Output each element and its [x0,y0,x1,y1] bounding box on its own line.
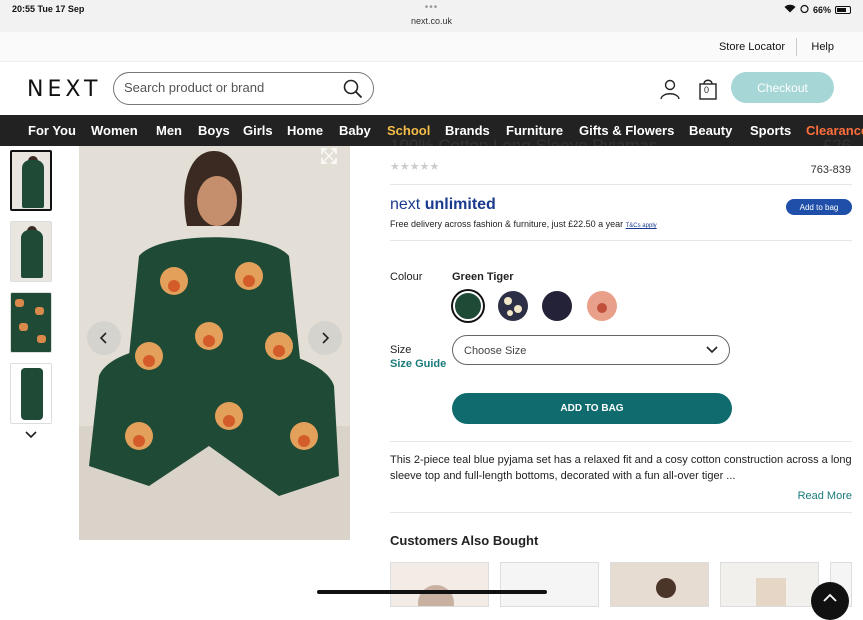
thumbnail-image[interactable] [10,292,52,353]
battery-icon [835,5,851,14]
store-locator-link[interactable]: Store Locator [719,41,785,53]
divider [390,240,852,241]
utility-bar: Store Locator Help [0,32,863,62]
search-icon[interactable] [343,79,363,99]
search-input[interactable] [124,80,334,95]
size-placeholder: Choose Size [464,345,527,357]
recommended-product[interactable] [500,562,599,607]
nav-item-men[interactable]: Men [156,115,182,138]
nav-item-boys[interactable]: Boys [198,115,230,138]
colour-swatch[interactable] [542,291,572,321]
divider [390,184,852,185]
nav-item-sports[interactable]: Sports [750,115,791,138]
checkout-button[interactable]: Checkout [731,72,834,103]
colour-swatch-green-tiger[interactable] [453,291,483,321]
divider [796,38,797,56]
recommended-product[interactable] [720,562,819,607]
divider [390,512,852,513]
read-more-link[interactable]: Read More [798,490,852,502]
nav-item-girls[interactable]: Girls [243,115,273,138]
product-description: This 2-piece teal blue pyjama set has a … [390,454,852,482]
recommended-product[interactable] [390,562,489,607]
thumbnail-image[interactable] [10,363,52,424]
chevron-up-icon [823,593,837,602]
unlimited-add-to-bag-button[interactable]: Add to bag [786,199,852,215]
thumbnail-list [10,150,52,434]
nav-item-for-you[interactable]: For You [28,115,76,138]
product-title: 100% Cotton Long Sleeve Pyjamas [390,136,658,146]
size-guide-link[interactable]: Size Guide [390,358,446,370]
colour-selected: Green Tiger [452,271,514,283]
chevron-left-icon [99,332,107,344]
status-icons: 66% [784,4,851,15]
next-image-button[interactable] [308,321,342,355]
thumbnail-image[interactable] [10,221,52,282]
expand-icon[interactable] [320,147,338,165]
unlimited-text: Free delivery across fashion & furniture… [390,219,657,229]
customers-also-bought-heading: Customers Also Bought [390,533,539,548]
account-icon[interactable] [659,78,681,100]
bag-count: 0 [704,85,710,95]
colour-label: Colour [390,271,423,283]
previous-image-button[interactable] [87,321,121,355]
more-dots-icon[interactable]: ••• [0,2,863,13]
alarm-icon [800,4,809,15]
help-link[interactable]: Help [811,41,834,53]
add-to-bag-button[interactable]: ADD TO BAG [452,393,732,424]
unlimited-description: Free delivery across fashion & furniture… [390,219,624,229]
thumbnail-image[interactable] [10,150,52,211]
search-box[interactable] [113,72,374,105]
product-code: 763-839 [810,164,851,176]
home-indicator [317,590,547,594]
nav-item-baby[interactable]: Baby [339,115,371,138]
size-label: Size [390,344,412,356]
next-logo[interactable]: NEXT [27,77,101,102]
colour-swatch[interactable] [498,291,528,321]
scroll-to-top-button[interactable] [811,582,849,620]
recommended-product[interactable] [610,562,709,607]
size-dropdown[interactable]: Choose Size [452,335,730,365]
colour-swatch[interactable] [587,291,617,321]
divider [390,441,852,442]
nav-item-home[interactable]: Home [287,115,323,138]
chevron-down-icon[interactable] [24,428,38,442]
tcs-link[interactable]: T&Cs apply [626,223,657,229]
battery-percent: 66% [812,4,831,15]
chevron-right-icon [322,332,330,344]
url-bar[interactable]: next.co.uk [0,16,863,26]
wifi-icon [784,4,796,15]
unlimited-logo-prefix: next [390,196,421,213]
rating-stars[interactable]: ★★★★★ [390,160,439,173]
chevron-down-icon [706,346,718,354]
site-header: NEXT 0 Checkout [0,62,863,115]
browser-status-bar: 20:55 Tue 17 Sep ••• next.co.uk 66% [0,0,863,32]
nav-item-women[interactable]: Women [91,115,138,138]
unlimited-logo-suffix: unlimited [424,196,496,213]
next-unlimited-logo: next unlimited [390,196,496,214]
product-price: £26 [822,136,851,146]
nav-item-beauty[interactable]: Beauty [689,115,732,138]
